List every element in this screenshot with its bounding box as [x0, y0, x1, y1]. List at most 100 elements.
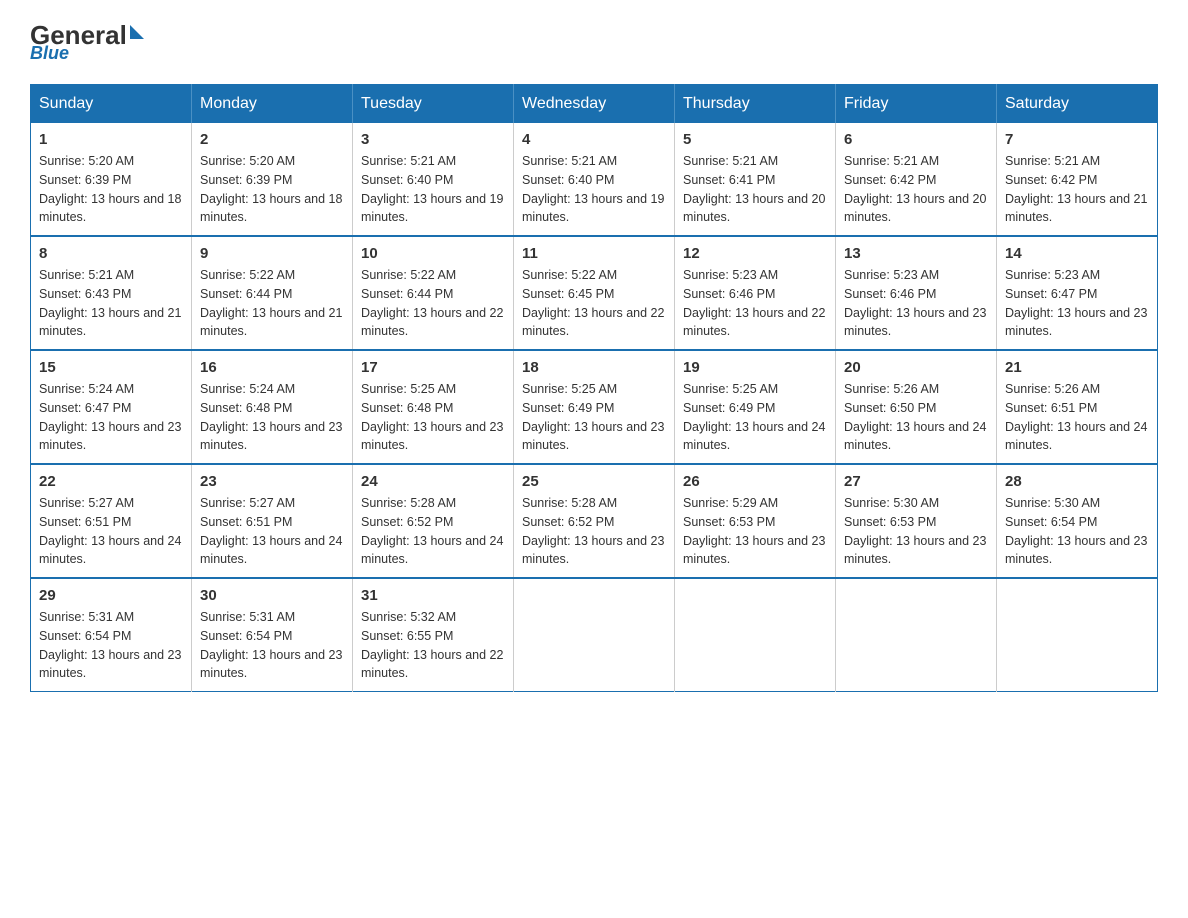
- day-number: 28: [1005, 473, 1149, 490]
- calendar-cell: 23 Sunrise: 5:27 AMSunset: 6:51 PMDaylig…: [192, 464, 353, 578]
- calendar-cell: 4 Sunrise: 5:21 AMSunset: 6:40 PMDayligh…: [514, 123, 675, 236]
- calendar-cell: 16 Sunrise: 5:24 AMSunset: 6:48 PMDaylig…: [192, 350, 353, 464]
- day-number: 17: [361, 359, 505, 376]
- day-info: Sunrise: 5:26 AMSunset: 6:50 PMDaylight:…: [844, 380, 988, 455]
- day-number: 7: [1005, 131, 1149, 148]
- calendar-cell: 26 Sunrise: 5:29 AMSunset: 6:53 PMDaylig…: [675, 464, 836, 578]
- weekday-header-tuesday: Tuesday: [353, 85, 514, 124]
- day-number: 6: [844, 131, 988, 148]
- day-info: Sunrise: 5:25 AMSunset: 6:49 PMDaylight:…: [522, 380, 666, 455]
- calendar-cell: 29 Sunrise: 5:31 AMSunset: 6:54 PMDaylig…: [31, 578, 192, 692]
- calendar-cell: 6 Sunrise: 5:21 AMSunset: 6:42 PMDayligh…: [836, 123, 997, 236]
- calendar-cell: 20 Sunrise: 5:26 AMSunset: 6:50 PMDaylig…: [836, 350, 997, 464]
- day-number: 12: [683, 245, 827, 262]
- day-info: Sunrise: 5:24 AMSunset: 6:47 PMDaylight:…: [39, 380, 183, 455]
- calendar-cell: 10 Sunrise: 5:22 AMSunset: 6:44 PMDaylig…: [353, 236, 514, 350]
- day-info: Sunrise: 5:22 AMSunset: 6:45 PMDaylight:…: [522, 266, 666, 341]
- day-number: 23: [200, 473, 344, 490]
- day-number: 14: [1005, 245, 1149, 262]
- calendar-week-row: 15 Sunrise: 5:24 AMSunset: 6:47 PMDaylig…: [31, 350, 1158, 464]
- calendar-week-row: 1 Sunrise: 5:20 AMSunset: 6:39 PMDayligh…: [31, 123, 1158, 236]
- day-info: Sunrise: 5:31 AMSunset: 6:54 PMDaylight:…: [39, 608, 183, 683]
- calendar-cell: 12 Sunrise: 5:23 AMSunset: 6:46 PMDaylig…: [675, 236, 836, 350]
- day-number: 21: [1005, 359, 1149, 376]
- calendar-cell: [675, 578, 836, 692]
- day-info: Sunrise: 5:28 AMSunset: 6:52 PMDaylight:…: [522, 494, 666, 569]
- calendar-table: SundayMondayTuesdayWednesdayThursdayFrid…: [30, 84, 1158, 692]
- weekday-header-saturday: Saturday: [997, 85, 1158, 124]
- day-info: Sunrise: 5:22 AMSunset: 6:44 PMDaylight:…: [361, 266, 505, 341]
- calendar-week-row: 29 Sunrise: 5:31 AMSunset: 6:54 PMDaylig…: [31, 578, 1158, 692]
- day-number: 10: [361, 245, 505, 262]
- day-number: 3: [361, 131, 505, 148]
- calendar-cell: 1 Sunrise: 5:20 AMSunset: 6:39 PMDayligh…: [31, 123, 192, 236]
- day-number: 22: [39, 473, 183, 490]
- day-info: Sunrise: 5:20 AMSunset: 6:39 PMDaylight:…: [39, 152, 183, 227]
- calendar-cell: 19 Sunrise: 5:25 AMSunset: 6:49 PMDaylig…: [675, 350, 836, 464]
- day-info: Sunrise: 5:22 AMSunset: 6:44 PMDaylight:…: [200, 266, 344, 341]
- day-info: Sunrise: 5:31 AMSunset: 6:54 PMDaylight:…: [200, 608, 344, 683]
- day-number: 15: [39, 359, 183, 376]
- day-info: Sunrise: 5:20 AMSunset: 6:39 PMDaylight:…: [200, 152, 344, 227]
- day-number: 1: [39, 131, 183, 148]
- day-number: 20: [844, 359, 988, 376]
- logo-blue-text: Blue: [30, 43, 69, 64]
- weekday-header-thursday: Thursday: [675, 85, 836, 124]
- day-info: Sunrise: 5:29 AMSunset: 6:53 PMDaylight:…: [683, 494, 827, 569]
- day-info: Sunrise: 5:23 AMSunset: 6:47 PMDaylight:…: [1005, 266, 1149, 341]
- weekday-header-friday: Friday: [836, 85, 997, 124]
- day-number: 13: [844, 245, 988, 262]
- day-number: 16: [200, 359, 344, 376]
- calendar-cell: 31 Sunrise: 5:32 AMSunset: 6:55 PMDaylig…: [353, 578, 514, 692]
- day-info: Sunrise: 5:23 AMSunset: 6:46 PMDaylight:…: [683, 266, 827, 341]
- day-info: Sunrise: 5:23 AMSunset: 6:46 PMDaylight:…: [844, 266, 988, 341]
- calendar-cell: 24 Sunrise: 5:28 AMSunset: 6:52 PMDaylig…: [353, 464, 514, 578]
- day-info: Sunrise: 5:26 AMSunset: 6:51 PMDaylight:…: [1005, 380, 1149, 455]
- calendar-cell: 28 Sunrise: 5:30 AMSunset: 6:54 PMDaylig…: [997, 464, 1158, 578]
- calendar-cell: 11 Sunrise: 5:22 AMSunset: 6:45 PMDaylig…: [514, 236, 675, 350]
- calendar-cell: 15 Sunrise: 5:24 AMSunset: 6:47 PMDaylig…: [31, 350, 192, 464]
- day-number: 18: [522, 359, 666, 376]
- calendar-cell: 9 Sunrise: 5:22 AMSunset: 6:44 PMDayligh…: [192, 236, 353, 350]
- calendar-cell: 17 Sunrise: 5:25 AMSunset: 6:48 PMDaylig…: [353, 350, 514, 464]
- calendar-cell: 25 Sunrise: 5:28 AMSunset: 6:52 PMDaylig…: [514, 464, 675, 578]
- calendar-cell: 14 Sunrise: 5:23 AMSunset: 6:47 PMDaylig…: [997, 236, 1158, 350]
- logo-arrow-icon: [130, 25, 144, 39]
- day-info: Sunrise: 5:21 AMSunset: 6:40 PMDaylight:…: [361, 152, 505, 227]
- calendar-cell: 13 Sunrise: 5:23 AMSunset: 6:46 PMDaylig…: [836, 236, 997, 350]
- day-info: Sunrise: 5:30 AMSunset: 6:54 PMDaylight:…: [1005, 494, 1149, 569]
- day-info: Sunrise: 5:25 AMSunset: 6:49 PMDaylight:…: [683, 380, 827, 455]
- day-number: 29: [39, 587, 183, 604]
- day-info: Sunrise: 5:21 AMSunset: 6:42 PMDaylight:…: [1005, 152, 1149, 227]
- day-info: Sunrise: 5:28 AMSunset: 6:52 PMDaylight:…: [361, 494, 505, 569]
- weekday-header-row: SundayMondayTuesdayWednesdayThursdayFrid…: [31, 85, 1158, 124]
- day-info: Sunrise: 5:21 AMSunset: 6:43 PMDaylight:…: [39, 266, 183, 341]
- calendar-week-row: 8 Sunrise: 5:21 AMSunset: 6:43 PMDayligh…: [31, 236, 1158, 350]
- day-number: 25: [522, 473, 666, 490]
- day-number: 8: [39, 245, 183, 262]
- weekday-header-sunday: Sunday: [31, 85, 192, 124]
- calendar-cell: [514, 578, 675, 692]
- calendar-cell: 5 Sunrise: 5:21 AMSunset: 6:41 PMDayligh…: [675, 123, 836, 236]
- day-info: Sunrise: 5:27 AMSunset: 6:51 PMDaylight:…: [39, 494, 183, 569]
- logo: General Blue: [30, 20, 144, 64]
- day-info: Sunrise: 5:32 AMSunset: 6:55 PMDaylight:…: [361, 608, 505, 683]
- calendar-cell: 3 Sunrise: 5:21 AMSunset: 6:40 PMDayligh…: [353, 123, 514, 236]
- day-info: Sunrise: 5:27 AMSunset: 6:51 PMDaylight:…: [200, 494, 344, 569]
- calendar-cell: 21 Sunrise: 5:26 AMSunset: 6:51 PMDaylig…: [997, 350, 1158, 464]
- day-info: Sunrise: 5:24 AMSunset: 6:48 PMDaylight:…: [200, 380, 344, 455]
- day-info: Sunrise: 5:21 AMSunset: 6:42 PMDaylight:…: [844, 152, 988, 227]
- day-number: 24: [361, 473, 505, 490]
- calendar-cell: [836, 578, 997, 692]
- day-info: Sunrise: 5:21 AMSunset: 6:41 PMDaylight:…: [683, 152, 827, 227]
- day-info: Sunrise: 5:25 AMSunset: 6:48 PMDaylight:…: [361, 380, 505, 455]
- calendar-cell: 18 Sunrise: 5:25 AMSunset: 6:49 PMDaylig…: [514, 350, 675, 464]
- day-info: Sunrise: 5:21 AMSunset: 6:40 PMDaylight:…: [522, 152, 666, 227]
- calendar-cell: 8 Sunrise: 5:21 AMSunset: 6:43 PMDayligh…: [31, 236, 192, 350]
- calendar-week-row: 22 Sunrise: 5:27 AMSunset: 6:51 PMDaylig…: [31, 464, 1158, 578]
- day-number: 30: [200, 587, 344, 604]
- page-header: General Blue: [30, 20, 1158, 64]
- day-info: Sunrise: 5:30 AMSunset: 6:53 PMDaylight:…: [844, 494, 988, 569]
- day-number: 11: [522, 245, 666, 262]
- day-number: 27: [844, 473, 988, 490]
